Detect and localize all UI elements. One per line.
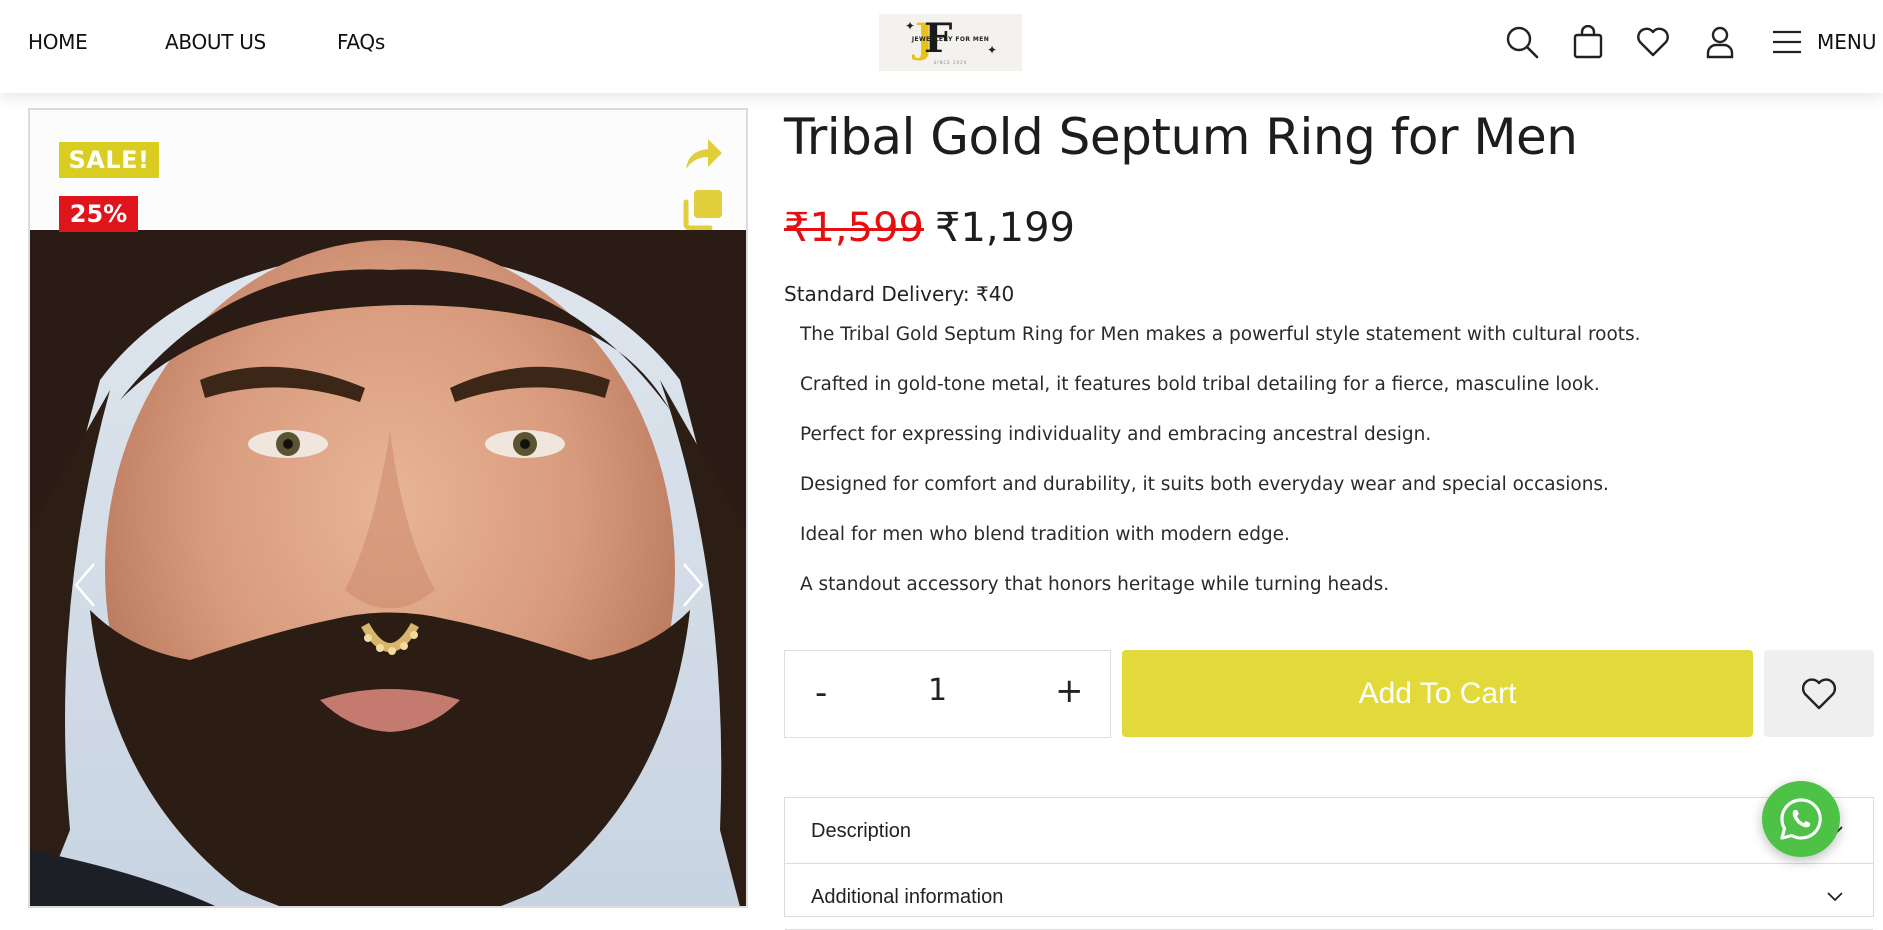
list-item: Crafted in gold-tone metal, it features … <box>800 374 1600 395</box>
product-highlights: The Tribal Gold Septum Ring for Men make… <box>800 322 1641 622</box>
share-icon[interactable] <box>682 135 724 175</box>
quantity-input[interactable]: 1 <box>928 673 947 708</box>
product-accordion: Description Additional information <box>784 797 1874 930</box>
logo-text: JEWELLERY FOR MEN <box>911 36 990 43</box>
discount-badge: 25% <box>59 196 138 232</box>
delivery-info: Standard Delivery: ₹40 <box>784 282 1015 306</box>
whatsapp-chat-button[interactable] <box>1762 781 1840 857</box>
accordion-label: Description <box>811 820 912 842</box>
chevron-left-icon[interactable] <box>70 560 100 610</box>
logo-since: SINCE 2020 <box>933 60 968 65</box>
list-item: A standout accessory that honors heritag… <box>800 574 1390 595</box>
nav-about-us[interactable]: ABOUT US <box>165 30 266 54</box>
list-item: Ideal for men who blend tradition with m… <box>800 524 1290 545</box>
quantity-stepper: - 1 + <box>784 650 1111 738</box>
add-to-cart-button[interactable]: Add To Cart <box>1122 650 1753 737</box>
list-item: The Tribal Gold Septum Ring for Men make… <box>800 324 1641 345</box>
sale-badge: SALE! <box>59 142 159 178</box>
product-gallery: SALE! 25% <box>28 108 748 908</box>
old-price: ₹1,599 <box>784 205 924 251</box>
increase-quantity-button[interactable]: + <box>1055 671 1084 711</box>
chevron-down-icon <box>1827 892 1843 902</box>
heart-icon <box>1801 677 1837 709</box>
site-logo[interactable]: ✦ ✦ JF JEWELLERY FOR MEN SINCE 2020 <box>879 14 1022 71</box>
sparkle-icon: ✦ <box>987 43 998 57</box>
add-to-wishlist-button[interactable] <box>1764 650 1874 737</box>
sparkle-icon: ✦ <box>905 19 916 33</box>
list-item: Perfect for expressing individuality and… <box>800 424 1432 445</box>
user-icon[interactable] <box>1701 22 1739 62</box>
search-icon[interactable] <box>1503 22 1541 62</box>
chevron-right-icon[interactable] <box>678 560 708 610</box>
decrease-quantity-button[interactable]: - <box>815 673 827 713</box>
menu-label[interactable]: MENU <box>1817 30 1877 54</box>
hamburger-icon[interactable] <box>1768 22 1806 62</box>
accordion-item-additional-information[interactable]: Additional information <box>785 864 1873 930</box>
heart-icon[interactable] <box>1634 22 1672 62</box>
bag-icon[interactable] <box>1569 22 1607 62</box>
nav-faqs[interactable]: FAQs <box>337 30 385 54</box>
copy-icon[interactable] <box>682 188 724 231</box>
accordion-item-description[interactable]: Description <box>785 798 1873 864</box>
whatsapp-icon <box>1780 798 1822 840</box>
list-item: Designed for comfort and durability, it … <box>800 474 1609 495</box>
accordion-label: Additional information <box>811 886 1004 908</box>
sale-price: ₹1,199 <box>935 205 1075 251</box>
site-header: HOME ABOUT US FAQs ✦ ✦ JF JEWELLERY FOR … <box>0 0 1883 93</box>
nav-home[interactable]: HOME <box>28 30 88 54</box>
product-title: Tribal Gold Septum Ring for Men <box>784 108 1578 166</box>
product-image[interactable] <box>30 230 746 906</box>
